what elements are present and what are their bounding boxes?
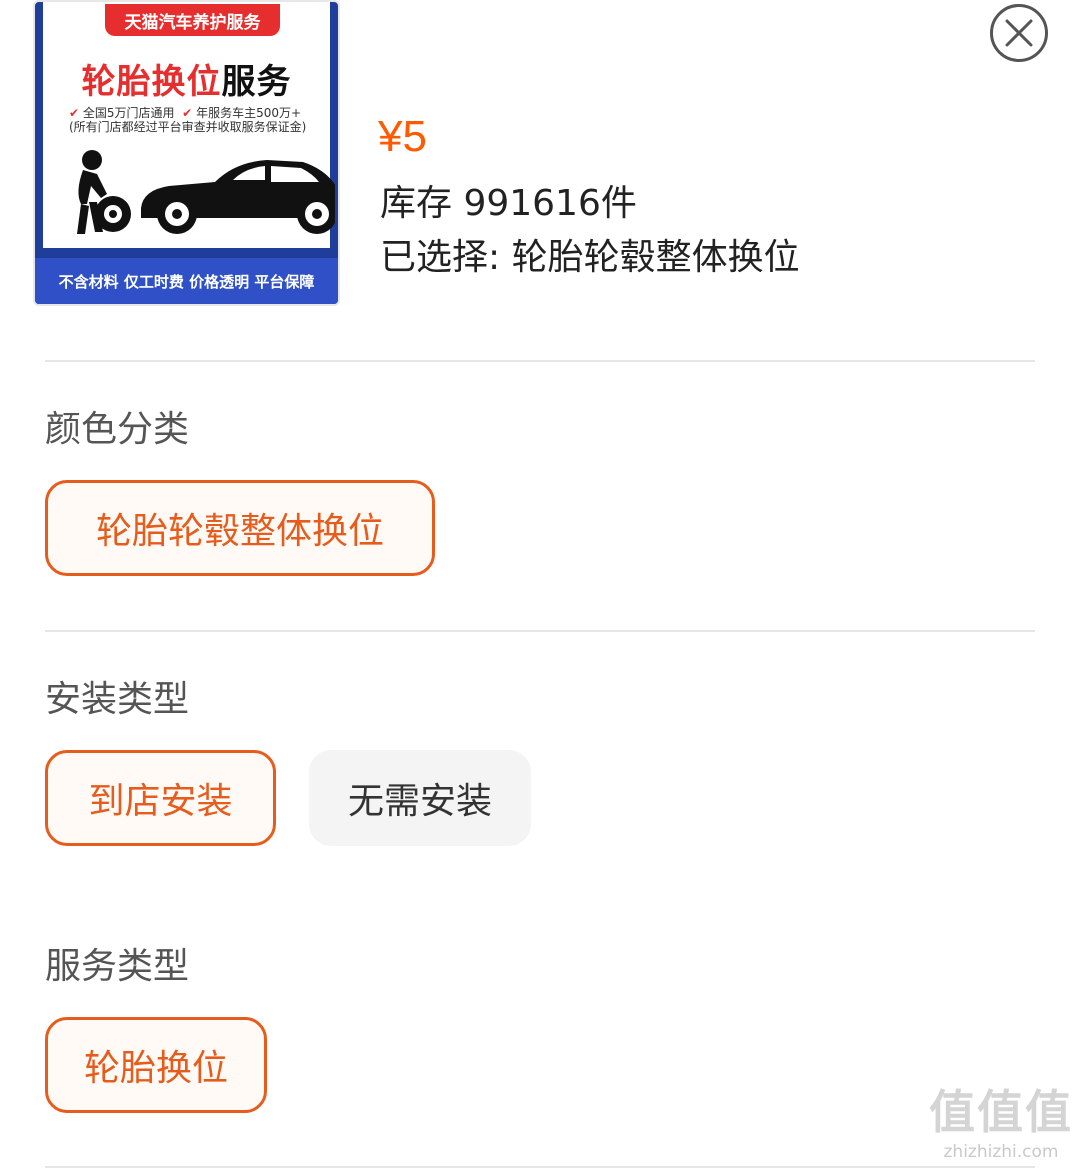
check-icon: ✔: [69, 106, 80, 120]
divider: [45, 630, 1035, 632]
thumbnail-title-black: 服务: [221, 62, 292, 102]
section-title-install: 安装类型: [45, 679, 190, 720]
thumbnail-point-2: 年服务车主500万+: [196, 106, 302, 120]
thumbnail-point-1: 全国5万门店通用: [82, 106, 175, 120]
divider: [45, 360, 1035, 362]
section-title-service: 服务类型: [45, 946, 190, 987]
stock-count: 库存 991616件: [380, 183, 637, 224]
close-button[interactable]: [990, 4, 1048, 62]
product-thumbnail[interactable]: 天猫汽车养护服务 轮胎换位服务 ✔ 全国5万门店通用 ✔ 年服务车主500万+ …: [33, 0, 340, 306]
check-icon: ✔: [178, 106, 193, 120]
thumbnail-point-note: (所有门店都经过平台审查并收取服务保证金): [69, 120, 307, 134]
thumbnail-footer: 不含材料 仅工时费 价格透明 平台保障: [35, 258, 338, 304]
selected-summary: 已选择: 轮胎轮毂整体换位: [380, 237, 800, 278]
thumbnail-ribbon: 天猫汽车养护服务: [105, 4, 280, 36]
thumbnail-title: 轮胎换位服务: [43, 54, 330, 103]
option-color-0[interactable]: 轮胎轮毂整体换位: [45, 480, 435, 576]
price: ¥5: [378, 112, 427, 161]
option-install-0[interactable]: 到店安装: [45, 750, 276, 846]
watermark-domain: zhizhizhi.com: [943, 1142, 1059, 1162]
thumbnail-canvas: 天猫汽车养护服务 轮胎换位服务 ✔ 全国5万门店通用 ✔ 年服务车主500万+ …: [43, 2, 335, 248]
watermark-logo: 值值值: [929, 1085, 1073, 1139]
option-install-1[interactable]: 无需安装: [309, 750, 531, 846]
option-service-0[interactable]: 轮胎换位: [45, 1017, 267, 1113]
close-icon: [1005, 19, 1033, 47]
watermark: 值值值 zhizhizhi.com: [926, 1082, 1076, 1162]
thumbnail-points: ✔ 全国5万门店通用 ✔ 年服务车主500万+ (所有门店都经过平台审查并收取服…: [69, 106, 306, 134]
thumbnail-title-red: 轮胎换位: [81, 62, 222, 102]
section-title-color: 颜色分类: [45, 409, 190, 450]
car-mechanic-illustration: [77, 150, 335, 234]
divider: [45, 1166, 1035, 1168]
